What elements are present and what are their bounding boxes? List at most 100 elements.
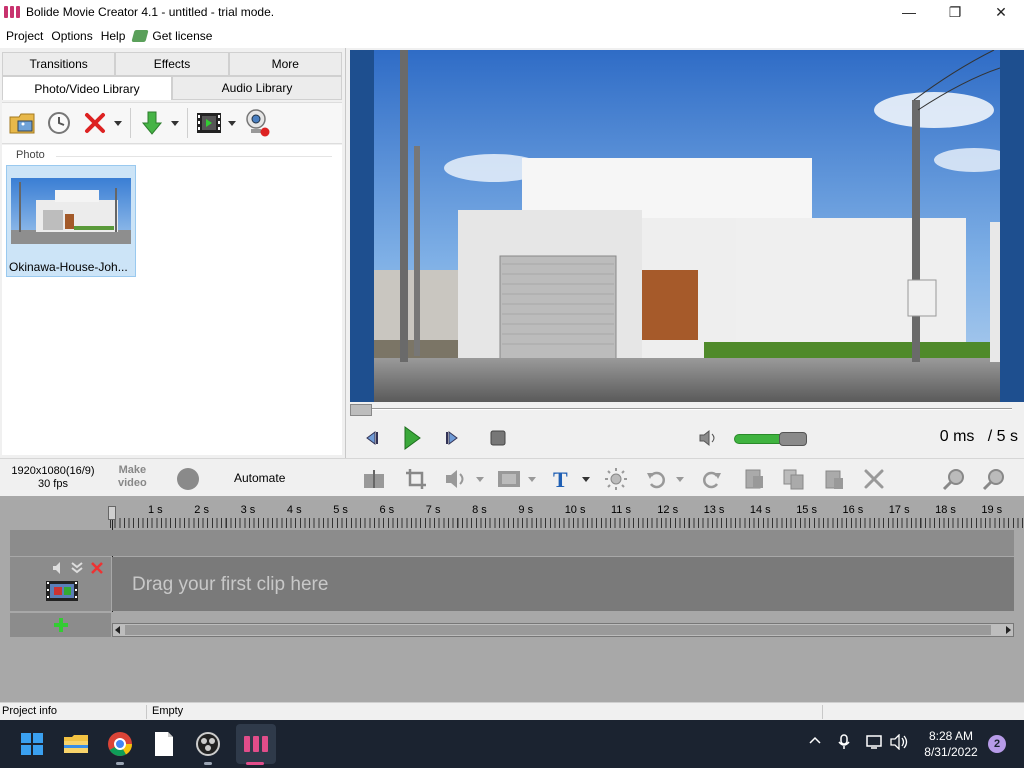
tab-effects[interactable]: Effects [115,52,229,76]
tab-audio-library[interactable]: Audio Library [172,76,342,100]
zoom-in-icon[interactable] [942,467,966,491]
text-dropdown-arrow-icon[interactable] [576,467,600,491]
brightness-icon[interactable] [604,467,628,491]
close-button[interactable]: ✕ [978,0,1024,24]
volume-slider[interactable] [734,432,807,446]
clock-time: 8:28 AM [928,729,974,743]
notepad-icon[interactable] [150,730,178,758]
notification-badge[interactable]: 2 [988,735,1006,753]
paste-icon[interactable] [822,467,846,491]
bolide-movie-creator-icon[interactable] [242,730,270,758]
minimize-button[interactable]: — [886,0,932,24]
filmstrip-icon[interactable] [496,467,520,491]
library-toolbar [2,102,342,144]
filmstrip-dropdown-arrow-icon[interactable] [522,467,546,491]
timeline-ruler[interactable]: 1 s 2 s 3 s 4 s 5 s 6 s 7 s 8 s 9 s 10 s 11 s 12 s 1… [110,500,1024,530]
ruler-label: 13 s [703,504,725,516]
system-clock[interactable]: 8:28 AM 8/31/2022 [918,728,984,760]
time-display: 0 ms / 5 s [940,428,1018,446]
seek-handle[interactable] [350,404,372,416]
stop-button[interactable] [486,426,510,450]
time-current: 0 ms [939,428,975,445]
copy-icon[interactable] [782,467,806,491]
menu-bar: Project Options Help Get license [0,24,1024,48]
add-track-button[interactable] [10,613,111,637]
chrome-icon[interactable] [106,730,134,758]
library-item[interactable]: Okinawa-House-Joh... [6,165,136,277]
audio-icon[interactable] [444,467,468,491]
file-explorer-icon[interactable] [62,730,90,758]
webcam-icon[interactable] [240,106,274,140]
tab-more[interactable]: More [228,52,342,76]
get-license-menu[interactable]: Get license [131,29,212,43]
network-icon[interactable] [866,734,884,753]
ruler-label: 17 s [888,504,910,516]
tab-photo-video-library[interactable]: Photo/Video Library [2,76,172,100]
timeline-scrollbar[interactable] [112,623,1014,637]
obs-icon[interactable] [194,730,222,758]
ruler-label: 14 s [749,504,771,516]
playhead-handle[interactable] [108,506,116,520]
tab-transitions[interactable]: Transitions [2,52,116,76]
scroll-left-arrow-icon[interactable] [115,626,120,634]
zoom-out-icon[interactable] [982,467,1006,491]
import-dropdown-arrow-icon[interactable] [171,120,179,126]
chrome-running-indicator [116,762,124,765]
playback-controls: 0 ms / 5 s [348,420,1024,456]
title-bar: Bolide Movie Creator 4.1 - untitled - tr… [0,0,1024,24]
redo-icon[interactable] [700,467,724,491]
previous-frame-button[interactable] [360,426,384,450]
record-icon[interactable] [177,468,199,490]
speaker-icon[interactable] [890,733,910,753]
make-video-button[interactable]: Make video [118,464,147,490]
menu-help[interactable]: Help [101,29,126,43]
windows-start-icon[interactable] [18,730,46,758]
menu-project[interactable]: Project [6,29,43,43]
toolbar-separator [187,108,188,138]
text-icon[interactable]: T [550,467,574,491]
clock-date: 8/31/2022 [924,745,978,759]
import-icon[interactable] [135,106,169,140]
ruler-label: 4 s [286,504,302,516]
overlay-track[interactable] [10,530,1014,556]
bolide-running-indicator [246,762,264,765]
open-folder-icon[interactable] [6,106,40,140]
photo-thumbnail [11,178,131,244]
next-frame-button[interactable] [440,426,464,450]
ruler-label: 16 s [842,504,864,516]
volume-icon[interactable] [696,426,720,450]
history-icon[interactable] [42,106,76,140]
scrollbar-thumb[interactable] [125,625,991,635]
video-track[interactable]: Drag your first clip here [112,557,1014,611]
remove-icon[interactable] [862,467,886,491]
crop-icon[interactable] [404,467,428,491]
undo-icon[interactable] [644,467,668,491]
show-hidden-icons-chevron-icon[interactable] [808,734,822,749]
delete-dropdown-arrow-icon[interactable] [114,120,122,126]
film-dropdown-arrow-icon[interactable] [228,120,236,126]
maximize-button[interactable]: ❐ [932,0,978,24]
mute-icon[interactable] [52,561,66,578]
scroll-right-arrow-icon[interactable] [1006,626,1011,634]
resolution-label: 1920x1080(16/9) [11,465,95,477]
delete-track-icon[interactable] [90,561,104,578]
split-icon[interactable] [362,467,386,491]
edit-toolbar: 1920x1080(16/9) 30 fps Make video Automa… [0,458,1024,496]
cut-icon[interactable] [742,467,766,491]
status-separator [822,705,823,719]
toolbar-separator [130,108,131,138]
ruler-label: 8 s [472,504,487,516]
automate-button[interactable]: Automate [234,471,285,485]
volume-slider-knob[interactable] [779,432,807,446]
seek-bar[interactable] [350,404,1014,416]
make-video-label-2: video [118,477,147,489]
microphone-icon[interactable] [838,734,850,753]
project-resolution[interactable]: 1920x1080(16/9) 30 fps [10,465,96,491]
delete-icon[interactable] [78,106,112,140]
audio-dropdown-arrow-icon[interactable] [470,467,494,491]
film-icon[interactable] [192,106,226,140]
menu-options[interactable]: Options [51,29,92,43]
collapse-icon[interactable] [70,561,84,578]
play-button[interactable] [400,426,424,450]
undo-dropdown-arrow-icon[interactable] [670,467,694,491]
